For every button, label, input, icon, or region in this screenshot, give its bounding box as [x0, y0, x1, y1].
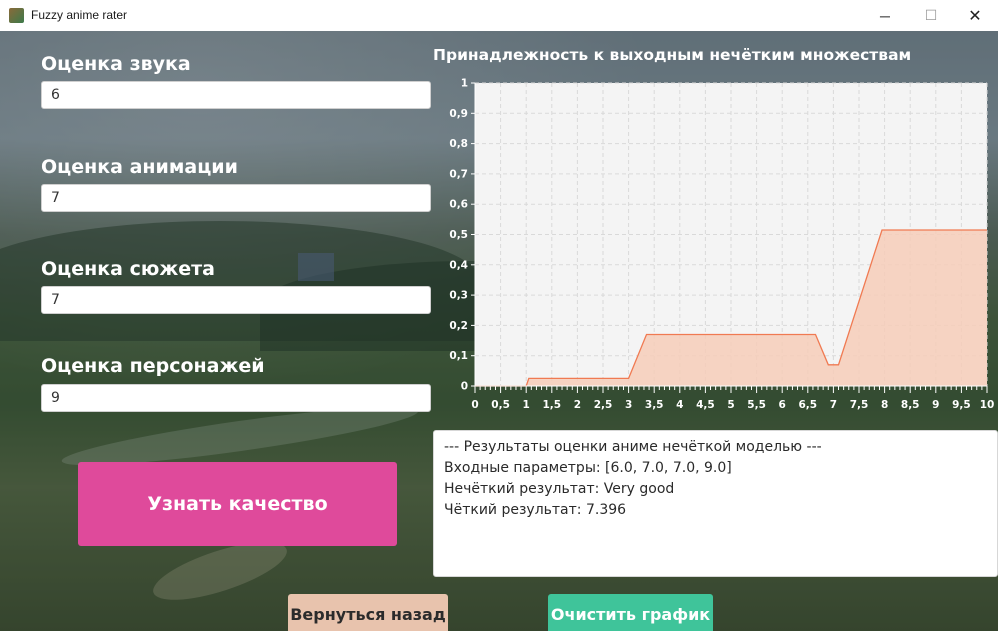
x-tick-label: 5 [727, 399, 734, 411]
x-tick-label: 3,5 [645, 399, 664, 411]
y-tick-label: 0,4 [449, 259, 468, 271]
x-tick-label: 9 [932, 399, 939, 411]
x-tick-label: 7,5 [850, 399, 869, 411]
characters-score-input[interactable]: 9 [41, 384, 431, 412]
characters-score-label: Оценка персонажей [41, 355, 265, 377]
x-tick-label: 7 [830, 399, 837, 411]
results-output[interactable]: --- Результаты оценки аниме нечёткой мод… [433, 430, 998, 577]
x-tick-label: 3 [625, 399, 632, 411]
x-tick-label: 0 [471, 399, 478, 411]
x-tick-label: 8 [881, 399, 888, 411]
animation-score-label: Оценка анимации [41, 156, 238, 178]
x-tick-label: 1,5 [542, 399, 561, 411]
main-panel: Оценка звука 6 Оценка анимации 7 Оценка … [0, 31, 998, 631]
window-title: Fuzzy anime rater [31, 8, 128, 22]
x-tick-label: 4,5 [696, 399, 715, 411]
x-tick-label: 6 [779, 399, 786, 411]
results-crisp: Чёткий результат: 7.396 [444, 502, 627, 518]
chart-title: Принадлежность к выходным нечётким множе… [433, 46, 912, 64]
x-tick-label: 8,5 [901, 399, 920, 411]
x-tick-label: 2 [574, 399, 581, 411]
animation-score-input[interactable]: 7 [41, 184, 431, 212]
y-tick-label: 0,6 [449, 199, 468, 211]
x-tick-label: 0,5 [491, 399, 510, 411]
y-tick-label: 0,2 [449, 320, 468, 332]
get-quality-button[interactable]: Узнать качество [78, 462, 397, 546]
x-tick-label: 5,5 [747, 399, 766, 411]
x-tick-label: 6,5 [798, 399, 817, 411]
x-tick-label: 1 [523, 399, 530, 411]
app-icon [9, 8, 24, 23]
x-tick-label: 9,5 [952, 399, 971, 411]
sound-score-input[interactable]: 6 [41, 81, 431, 109]
results-fuzzy: Нечёткий результат: Very good [444, 481, 675, 497]
x-tick-label: 2,5 [594, 399, 613, 411]
y-tick-label: 0,9 [449, 108, 468, 120]
y-tick-label: 0,3 [449, 290, 468, 302]
plot-score-label: Оценка сюжета [41, 258, 215, 280]
y-tick-label: 0,1 [449, 350, 468, 362]
close-button[interactable]: ✕ [952, 0, 998, 31]
results-header: --- Результаты оценки аниме нечёткой мод… [444, 439, 822, 455]
y-tick-label: 0 [461, 381, 468, 393]
results-inputs: Входные параметры: [6.0, 7.0, 7.0, 9.0] [444, 460, 732, 476]
y-tick-label: 0,5 [449, 229, 468, 241]
title-bar: Fuzzy anime rater ─ ☐ ✕ [0, 0, 998, 32]
plot-score-input[interactable]: 7 [41, 286, 431, 314]
y-tick-label: 0,7 [449, 168, 468, 180]
y-tick-label: 1 [461, 78, 468, 90]
x-tick-label: 10 [980, 399, 995, 411]
minimize-button[interactable]: ─ [862, 0, 908, 31]
clear-chart-button[interactable]: Очистить график [548, 594, 713, 631]
sound-score-label: Оценка звука [41, 53, 191, 75]
maximize-button[interactable]: ☐ [908, 0, 954, 31]
membership-chart: 00,10,20,30,40,50,60,70,80,910 0,5 1 1,5 2 2,… [449, 78, 995, 412]
y-tick-label: 0,8 [449, 138, 468, 150]
x-tick-label: 4 [676, 399, 683, 411]
back-button[interactable]: Вернуться назад [288, 594, 448, 631]
